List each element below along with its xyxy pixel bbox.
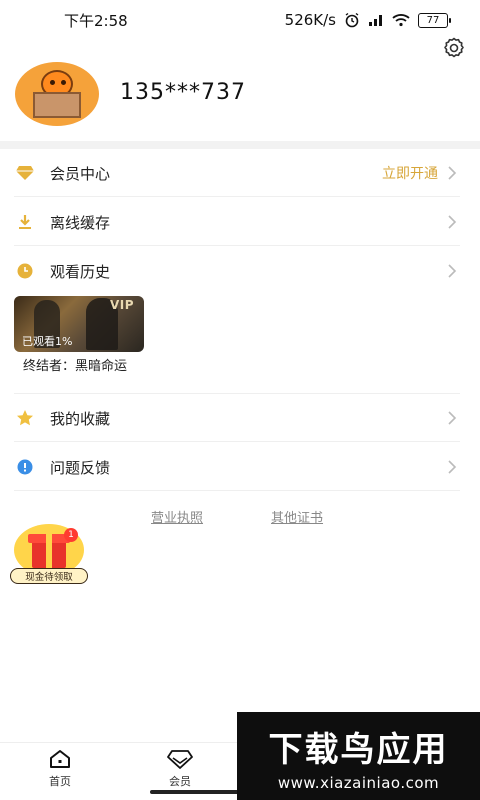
alarm-icon [345, 12, 359, 28]
menu-label: 观看历史 [50, 262, 111, 281]
status-bar: 下午2:58 526K/s 77 [0, 0, 480, 40]
nav-label: 首页 [49, 775, 71, 788]
history-item-title[interactable]: 终结者：黑暗命运 [23, 355, 127, 374]
wifi-icon [392, 14, 410, 27]
diamond-icon [16, 164, 34, 182]
history-thumbnail[interactable]: VIP 已观看1% [14, 296, 144, 352]
cash-gift-widget[interactable]: 1 现金待领取 [10, 524, 88, 586]
settings-button[interactable] [440, 34, 468, 62]
other-certificates-link[interactable]: 其他证书 [271, 507, 323, 526]
status-icons: 526K/s 77 [284, 11, 451, 29]
diamond-icon [167, 750, 193, 769]
info-icon [16, 458, 34, 476]
gift-ribbon [46, 534, 52, 568]
gift-label: 现金待领取 [10, 568, 88, 584]
business-license-link[interactable]: 营业执照 [151, 507, 203, 526]
menu-item-feedback[interactable]: 问题反馈 [0, 443, 480, 491]
nav-home[interactable]: 首页 [30, 749, 90, 789]
user-phone[interactable]: 135***737 [120, 80, 246, 105]
nav-label: 会员 [169, 775, 191, 788]
menu-label: 问题反馈 [50, 458, 111, 477]
gear-icon [444, 37, 464, 58]
network-speed: 526K/s [284, 11, 336, 29]
vip-badge: VIP [109, 298, 134, 312]
watermark-url: www.xiazainiao.com [277, 774, 440, 792]
chevron-right-icon [448, 411, 457, 425]
avatar-eye-left [50, 80, 55, 85]
menu-label: 会员中心 [50, 164, 111, 183]
battery-icon: 77 [418, 12, 451, 28]
avatar-eye-right [61, 80, 66, 85]
menu-item-favorites[interactable]: 我的收藏 [0, 394, 480, 442]
open-now-link[interactable]: 立即开通 [382, 163, 438, 183]
menu-item-offline-cache[interactable]: 离线缓存 [0, 198, 480, 246]
watermark: 下载鸟应用 www.xiazainiao.com [237, 712, 480, 800]
home-icon [50, 750, 70, 768]
status-time: 下午2:58 [64, 11, 128, 30]
avatar-box [33, 92, 81, 118]
menu-label: 我的收藏 [50, 409, 111, 428]
chevron-right-icon [448, 460, 457, 474]
avatar[interactable] [15, 62, 99, 126]
watch-progress: 已观看1% [22, 335, 73, 348]
nav-vip[interactable]: 会员 [150, 749, 210, 789]
download-icon [16, 213, 34, 231]
row-divider [14, 245, 460, 246]
gift-count-badge: 1 [64, 528, 78, 542]
menu-item-vip-center[interactable]: 会员中心 立即开通 [0, 149, 480, 197]
section-divider [0, 141, 480, 149]
menu-label: 离线缓存 [50, 213, 111, 232]
chevron-right-icon [448, 264, 457, 278]
clock-icon [16, 262, 34, 280]
watermark-title: 下载鸟应用 [268, 730, 449, 770]
chevron-right-icon [448, 166, 457, 180]
row-divider [14, 490, 460, 491]
signal-icon [369, 15, 382, 26]
star-icon [16, 409, 34, 427]
row-divider [14, 441, 460, 442]
menu-item-watch-history[interactable]: 观看历史 [0, 247, 480, 295]
row-divider [14, 196, 460, 197]
chevron-right-icon [448, 215, 457, 229]
